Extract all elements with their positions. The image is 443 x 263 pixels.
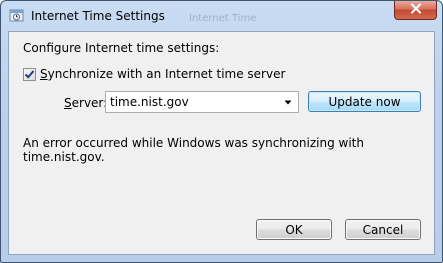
sync-checkbox-label: Synchronize with an Internet time server <box>40 67 286 81</box>
dialog-window: Internet Time Settings Internet Time Con… <box>0 0 443 263</box>
dialog-content: Configure Internet time settings: Synchr… <box>8 31 435 255</box>
ok-button[interactable]: OK <box>256 219 332 240</box>
update-now-label: Update now <box>328 94 401 109</box>
update-now-button[interactable]: Update now <box>308 91 421 112</box>
status-message: An error occurred while Windows was sync… <box>23 136 364 164</box>
close-icon <box>410 3 422 17</box>
page-heading: Configure Internet time settings: <box>23 41 220 55</box>
cancel-button[interactable]: Cancel <box>345 219 421 240</box>
chevron-down-icon[interactable] <box>281 95 295 109</box>
server-select[interactable]: time.nist.gov <box>105 91 299 113</box>
clock-settings-icon <box>9 8 25 24</box>
title-bar[interactable]: Internet Time Settings Internet Time <box>1 1 442 31</box>
close-button[interactable] <box>394 1 437 20</box>
sync-checkbox-row[interactable]: Synchronize with an Internet time server <box>23 67 285 81</box>
server-label: Server: <box>64 96 108 110</box>
window-title: Internet Time Settings <box>31 9 165 23</box>
sync-checkbox[interactable] <box>23 67 36 81</box>
server-value: time.nist.gov <box>110 95 189 109</box>
background-window-title: Internet Time <box>189 13 257 24</box>
ok-label: OK <box>285 222 303 237</box>
checkmark-icon <box>24 69 35 79</box>
cancel-label: Cancel <box>362 222 404 237</box>
